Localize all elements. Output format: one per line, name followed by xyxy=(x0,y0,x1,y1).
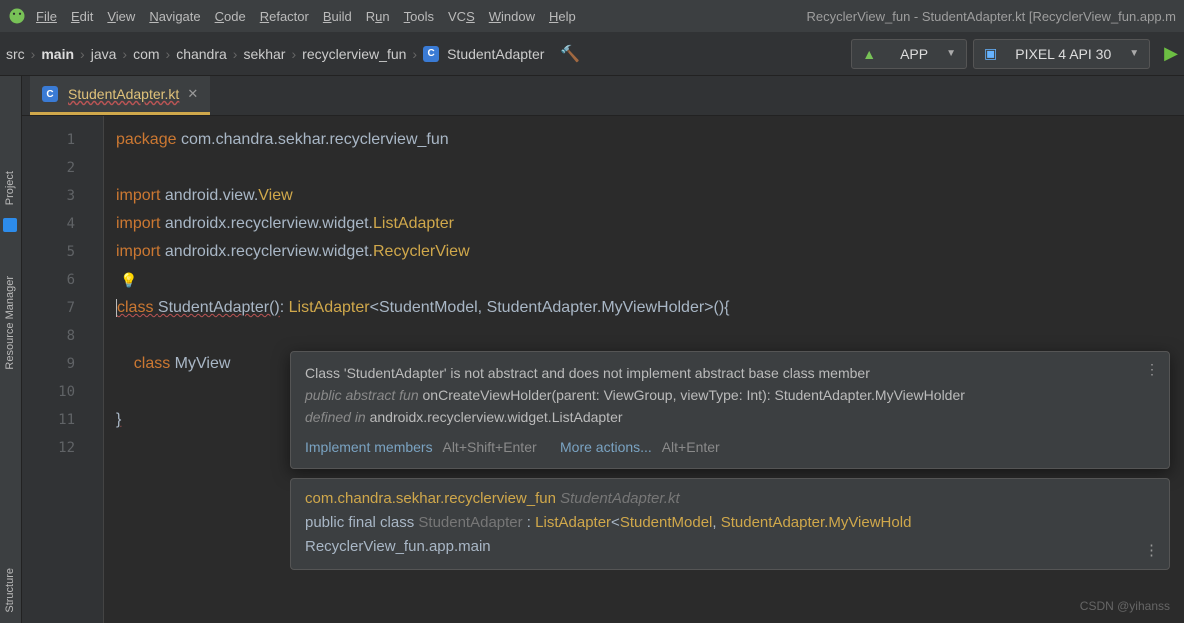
run-config-combo[interactable]: ▲ APP ▼ xyxy=(851,39,967,69)
project-icon[interactable] xyxy=(3,218,17,232)
code-line: package com.chandra.sekhar.recyclerview_… xyxy=(116,126,1184,154)
menu-tools[interactable]: Tools xyxy=(404,9,434,24)
bc-main[interactable]: main xyxy=(41,46,74,62)
quick-doc-popup: com.chandra.sekhar.recyclerview_fun Stud… xyxy=(290,478,1170,570)
popup-menu-icon[interactable]: ⋮ xyxy=(1145,358,1159,380)
class-icon: C xyxy=(423,46,439,62)
kotlin-class-icon: C xyxy=(42,86,58,102)
run-play-icon[interactable]: ▶ xyxy=(1164,43,1178,64)
resource-manager-label[interactable]: Resource Manager xyxy=(4,276,16,370)
chevron-down-icon: ▼ xyxy=(1129,48,1139,59)
device-label: PIXEL 4 API 30 xyxy=(1015,46,1111,62)
chevron-down-icon: ▼ xyxy=(946,48,956,59)
run-config-label: APP xyxy=(900,46,928,62)
bc-chandra[interactable]: chandra xyxy=(176,46,227,62)
code-area[interactable]: package com.chandra.sekhar.recyclerview_… xyxy=(104,116,1184,623)
menu-run[interactable]: Run xyxy=(366,9,390,24)
more-actions-link[interactable]: More actions... xyxy=(560,439,652,455)
menu-help[interactable]: Help xyxy=(549,9,576,24)
structure-tool-label[interactable]: Structure xyxy=(4,568,16,613)
kb-shortcut: Alt+Shift+Enter xyxy=(442,439,536,455)
bc-com[interactable]: com xyxy=(133,46,159,62)
project-tool-label[interactable]: Project xyxy=(4,171,16,205)
tab-studentadapter[interactable]: C StudentAdapter.kt ✕ xyxy=(30,76,210,115)
menu-code[interactable]: Code xyxy=(215,9,246,24)
menu-edit[interactable]: Edit xyxy=(71,9,93,24)
android-studio-logo-icon xyxy=(8,7,26,25)
menu-refactor[interactable]: Refactor xyxy=(260,9,309,24)
kb-shortcut: Alt+Enter xyxy=(662,439,720,455)
tab-label: StudentAdapter.kt xyxy=(68,86,179,102)
error-message: Class 'StudentAdapter' is not abstract a… xyxy=(305,362,1155,384)
window-title: RecyclerView_fun - StudentAdapter.kt [Re… xyxy=(807,9,1177,24)
chevron-icon: › xyxy=(31,46,36,62)
intention-bulb-icon[interactable]: 💡 xyxy=(120,272,137,288)
tool-window-bar: Project Resource Manager Structure xyxy=(0,76,22,623)
menu-build[interactable]: Build xyxy=(323,9,352,24)
error-popup: ⋮ Class 'StudentAdapter' is not abstract… xyxy=(290,351,1170,469)
menu-file[interactable]: File xyxy=(36,9,57,24)
implement-members-link[interactable]: Implement members xyxy=(305,439,433,455)
build-hammer-icon[interactable]: 🔨 xyxy=(560,44,580,64)
menu-vcs[interactable]: VCS xyxy=(448,9,475,24)
close-tab-icon[interactable]: ✕ xyxy=(187,86,198,102)
bc-studentadapter[interactable]: StudentAdapter xyxy=(447,46,544,62)
editor-tab-bar: C StudentAdapter.kt ✕ xyxy=(22,76,1184,116)
bc-java[interactable]: java xyxy=(91,46,117,62)
gutter: 1 2 3 4 5 6 7 8 9 10 11 12 xyxy=(22,116,104,623)
bc-recyclerview-fun[interactable]: recyclerview_fun xyxy=(302,46,406,62)
menu-window[interactable]: Window xyxy=(489,9,535,24)
toolbar: src› main› java› com› chandra› sekhar› r… xyxy=(0,32,1184,76)
breadcrumb[interactable]: src› main› java› com› chandra› sekhar› r… xyxy=(6,44,845,64)
device-combo[interactable]: ▣ PIXEL 4 API 30 ▼ xyxy=(973,39,1150,69)
bc-src[interactable]: src xyxy=(6,46,25,62)
menu-navigate[interactable]: Navigate xyxy=(149,9,200,24)
bc-sekhar[interactable]: sekhar xyxy=(243,46,285,62)
menu-view[interactable]: View xyxy=(107,9,135,24)
popup-menu-icon[interactable]: ⋮ xyxy=(1144,539,1159,563)
device-icon: ▣ xyxy=(984,45,997,62)
watermark: CSDN @yihanss xyxy=(1080,599,1170,613)
android-icon: ▲ xyxy=(862,46,876,62)
menubar: File Edit View Navigate Code Refactor Bu… xyxy=(0,0,1184,32)
code-editor[interactable]: 1 2 3 4 5 6 7 8 9 10 11 12 package com.c… xyxy=(22,116,1184,623)
